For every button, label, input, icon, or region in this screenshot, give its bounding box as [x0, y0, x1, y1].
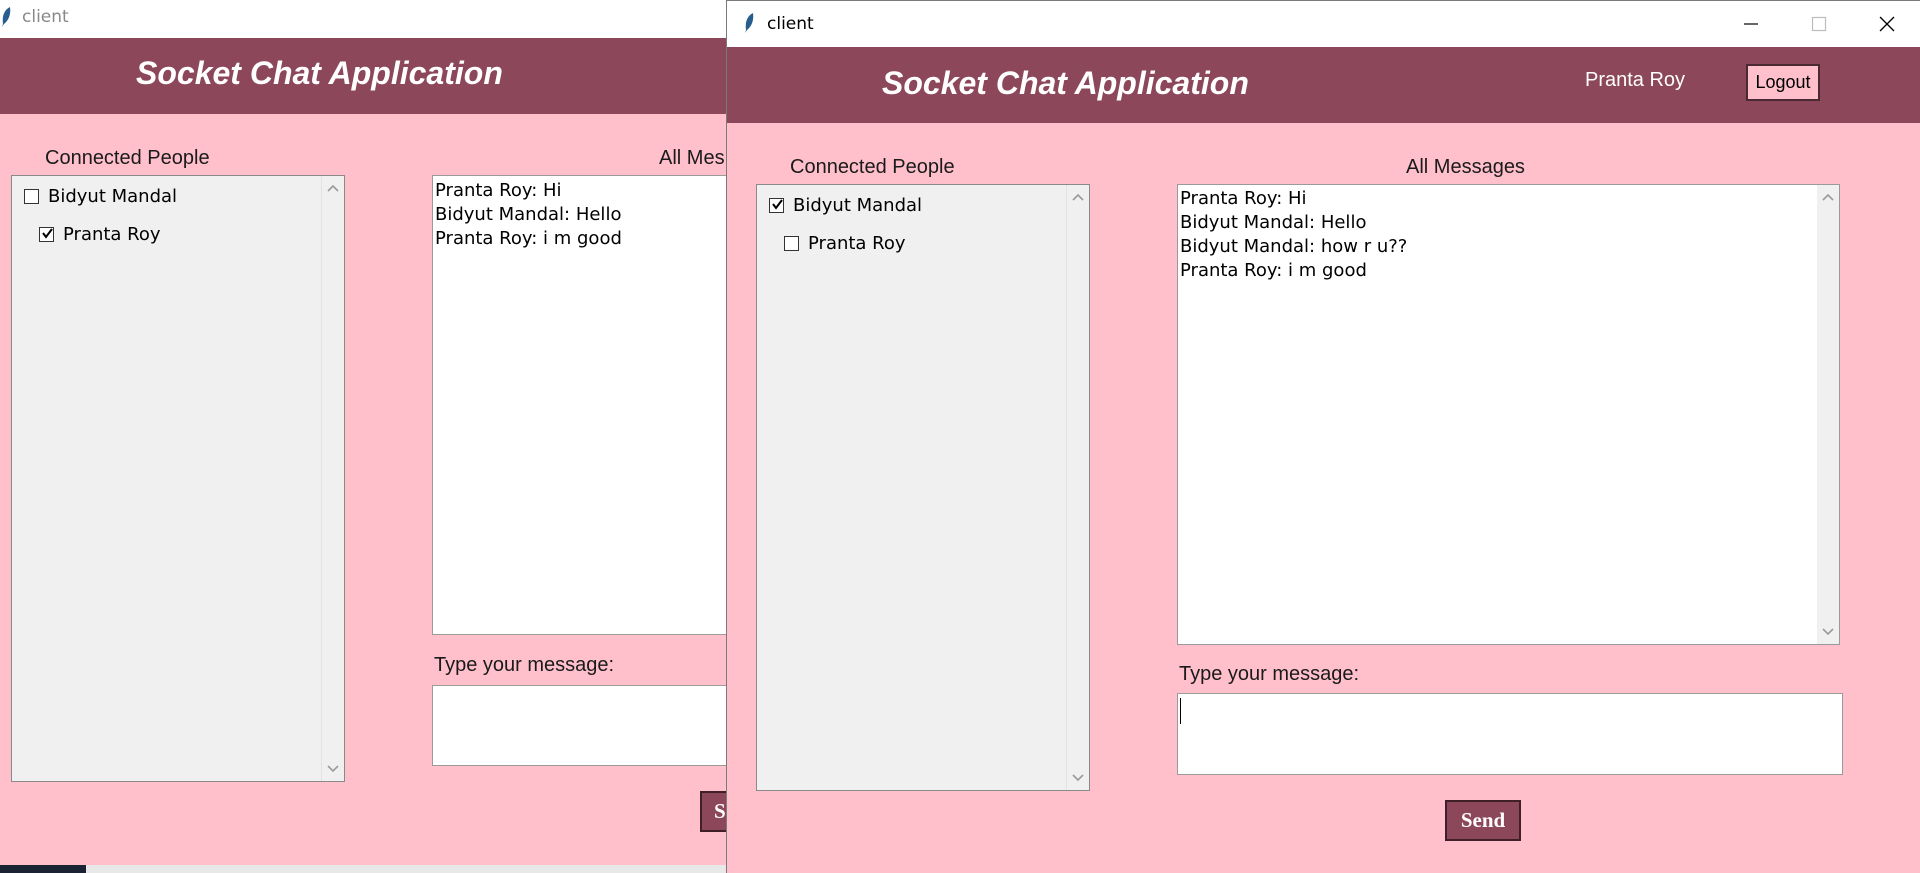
- back-app-title: Socket Chat Application: [136, 55, 503, 91]
- back-connected-people-label: Connected People: [45, 147, 210, 169]
- minimize-icon: [1744, 23, 1758, 25]
- message-line: Bidyut Mandal: Hello: [435, 204, 622, 225]
- front-connected-people-label: Connected People: [790, 156, 955, 178]
- feather-icon: [743, 12, 755, 39]
- logout-button[interactable]: Logout: [1746, 64, 1820, 101]
- maximize-button[interactable]: [1785, 1, 1853, 47]
- person-name: Bidyut Mandal: [793, 195, 923, 216]
- message-line: Bidyut Mandal: how r u??: [1180, 236, 1408, 257]
- close-icon: [1879, 16, 1895, 32]
- front-messages-box[interactable]: Pranta Roy: Hi Bidyut Mandal: Hello Bidy…: [1177, 184, 1840, 645]
- logged-in-user-name: Pranta Roy: [1585, 69, 1686, 91]
- message-line: Pranta Roy: Hi: [1180, 188, 1307, 209]
- front-person-pranta[interactable]: Pranta Roy: [784, 233, 906, 254]
- front-window-title: client: [767, 14, 814, 34]
- checkbox[interactable]: [784, 236, 799, 251]
- back-people-list[interactable]: Bidyut Mandal Pranta Roy: [11, 175, 345, 782]
- person-name: Pranta Roy: [808, 233, 906, 254]
- checkmark-icon: [42, 228, 53, 239]
- chevron-up-icon[interactable]: [1821, 192, 1835, 202]
- front-type-message-label: Type your message:: [1179, 663, 1360, 685]
- message-line: Bidyut Mandal: Hello: [1180, 212, 1367, 233]
- front-app-title: Socket Chat Application: [882, 65, 1249, 101]
- front-people-scrollbar[interactable]: [1066, 185, 1089, 790]
- back-people-scrollbar[interactable]: [321, 176, 344, 781]
- chevron-down-icon[interactable]: [1071, 773, 1085, 783]
- front-all-messages-label: All Messages: [1406, 156, 1525, 178]
- front-people-list[interactable]: Bidyut Mandal Pranta Roy: [756, 184, 1090, 791]
- back-messages-box[interactable]: Pranta Roy: Hi Bidyut Mandal: Hello Pran…: [432, 175, 727, 635]
- chevron-up-icon[interactable]: [1071, 192, 1085, 202]
- minimize-button[interactable]: [1717, 1, 1785, 47]
- message-line: Pranta Roy: i m good: [435, 228, 622, 249]
- back-type-message-label: Type your message:: [434, 654, 615, 676]
- back-window-title: client: [22, 7, 69, 27]
- chevron-up-icon[interactable]: [326, 183, 340, 193]
- feather-icon: [0, 6, 12, 33]
- back-client-window[interactable]: client Socket Chat Application Connected…: [0, 0, 727, 865]
- back-send-button[interactable]: S: [700, 791, 727, 832]
- front-message-list: Pranta Roy: Hi Bidyut Mandal: Hello Bidy…: [1180, 187, 1407, 283]
- maximize-icon: [1811, 16, 1827, 32]
- checkbox-checked[interactable]: [39, 227, 54, 242]
- back-person-pranta[interactable]: Pranta Roy: [39, 224, 161, 245]
- chevron-down-icon[interactable]: [1821, 627, 1835, 637]
- back-message-input[interactable]: [432, 685, 727, 766]
- front-app-header: Socket Chat Application Pranta Roy Logou…: [727, 47, 1920, 123]
- chevron-down-icon[interactable]: [326, 764, 340, 774]
- front-message-input[interactable]: [1177, 693, 1843, 775]
- back-all-messages-label: All Mes: [659, 147, 725, 169]
- person-name: Pranta Roy: [63, 224, 161, 245]
- back-message-list: Pranta Roy: Hi Bidyut Mandal: Hello Pran…: [435, 179, 622, 251]
- front-messages-scrollbar[interactable]: [1817, 185, 1839, 644]
- front-person-bidyut[interactable]: Bidyut Mandal: [769, 195, 922, 216]
- message-line: Pranta Roy: i m good: [1180, 260, 1367, 281]
- back-person-bidyut[interactable]: Bidyut Mandal: [24, 186, 177, 207]
- checkbox[interactable]: [24, 189, 39, 204]
- send-button[interactable]: Send: [1445, 800, 1521, 841]
- text-caret: [1180, 698, 1181, 724]
- back-title-bar[interactable]: client: [0, 0, 727, 38]
- checkmark-icon: [772, 199, 783, 210]
- back-app-header: Socket Chat Application: [0, 38, 727, 114]
- front-title-bar[interactable]: client: [727, 1, 1920, 47]
- person-name: Bidyut Mandal: [48, 186, 178, 207]
- front-client-window[interactable]: client Socket Chat Application Pranta Ro…: [726, 0, 1920, 873]
- message-line: Pranta Roy: Hi: [435, 180, 562, 201]
- checkbox-checked[interactable]: [769, 198, 784, 213]
- close-button[interactable]: [1853, 1, 1920, 47]
